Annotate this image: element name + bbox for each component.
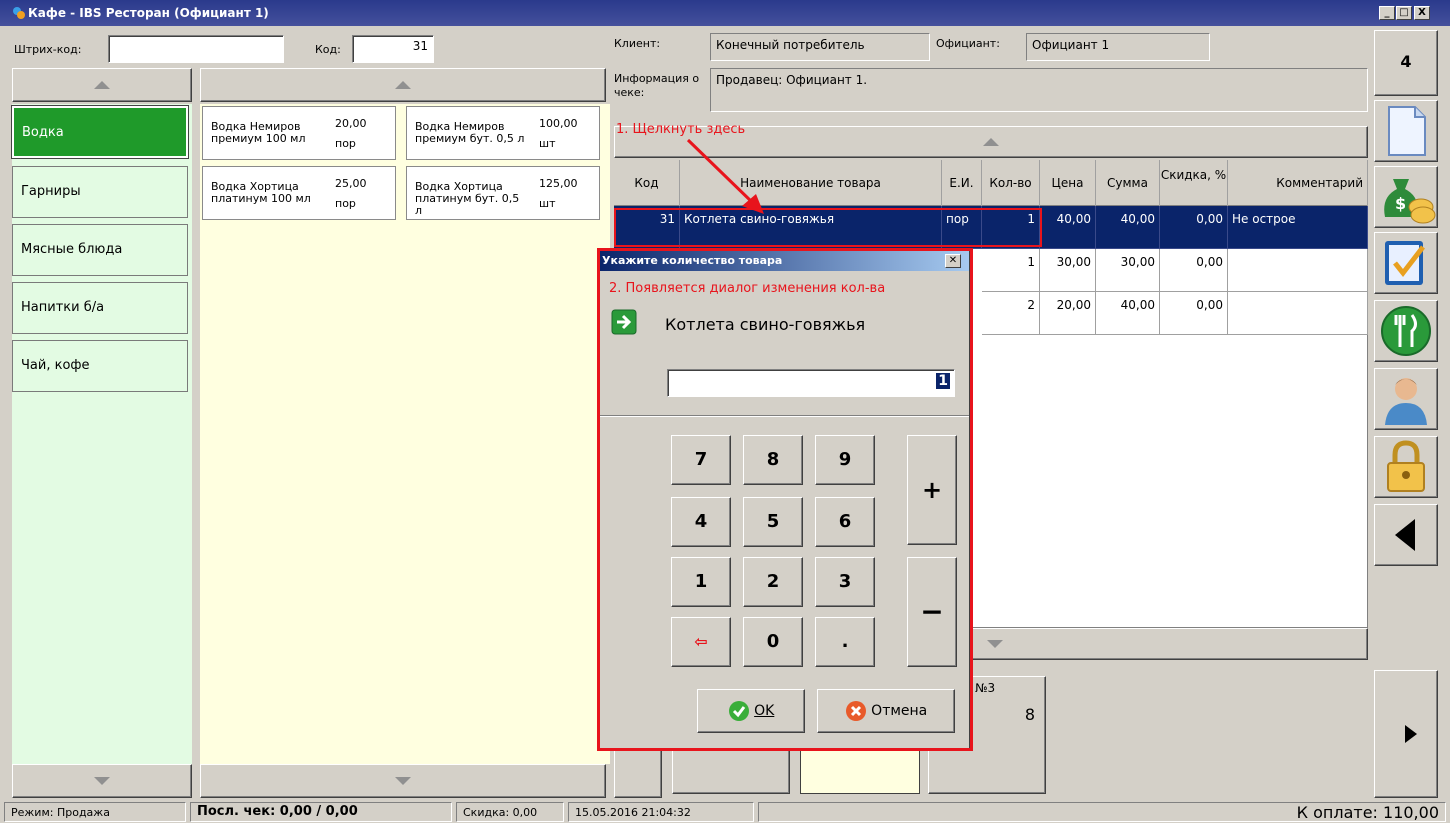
product-unit: шт xyxy=(539,137,556,150)
categories-scroll-up[interactable] xyxy=(12,68,192,102)
cell-price[interactable]: 40,00 xyxy=(1040,206,1096,249)
cell-sum[interactable]: 40,00 xyxy=(1096,292,1160,335)
column-header-discount[interactable]: Скидка, % xyxy=(1160,160,1228,206)
category-tea-coffee[interactable]: Чай, кофе xyxy=(12,340,188,392)
category-vodka[interactable]: Водка xyxy=(11,105,189,159)
fork-knife-icon xyxy=(1381,306,1431,356)
back-button[interactable] xyxy=(1374,504,1438,566)
cell-sum[interactable]: 40,00 xyxy=(1096,206,1160,249)
arrow-down-icon xyxy=(987,640,1003,648)
receipt-info-field[interactable]: Продавец: Официант 1. xyxy=(710,68,1368,112)
client-label: Клиент: xyxy=(614,37,661,50)
arrow-up-icon xyxy=(395,81,411,89)
receipt-info-label: Информация о чеке: xyxy=(614,72,700,99)
title-bar: Кафе - IBS Ресторан (Официант 1) _ □ X xyxy=(0,0,1450,26)
client-field[interactable]: Конечный потребитель xyxy=(710,33,930,61)
app-icon xyxy=(13,7,25,19)
category-drinks[interactable]: Напитки б/а xyxy=(12,282,188,334)
status-last-receipt: Посл. чек: 0,00 / 0,00 xyxy=(190,802,452,822)
products-scroll-up[interactable] xyxy=(200,68,606,102)
product-unit: пор xyxy=(335,197,356,210)
cell-sum[interactable]: 30,00 xyxy=(1096,249,1160,292)
cell-qty[interactable]: 2 xyxy=(982,292,1040,335)
checklist-button[interactable] xyxy=(1374,232,1438,294)
cell-discount[interactable]: 0,00 xyxy=(1160,292,1228,335)
cell-comment[interactable]: Не острое xyxy=(1228,206,1368,249)
product-price: 20,00 xyxy=(335,117,367,130)
status-discount: Скидка: 0,00 xyxy=(456,802,564,822)
status-total: К оплате: 110,00 xyxy=(758,802,1446,822)
status-datetime: 15.05.2016 21:04:32 xyxy=(568,802,754,822)
product-price: 25,00 xyxy=(335,177,367,190)
product-tile[interactable]: Водка Хортица платинум 100 мл 25,00 пор xyxy=(202,166,396,220)
product-name: Водка Хортица платинум бут. 0,5 л xyxy=(415,180,520,217)
column-header-code[interactable]: Код xyxy=(614,160,680,206)
arrow-right-icon xyxy=(1405,725,1417,743)
svg-text:$: $ xyxy=(1395,194,1406,213)
forward-button[interactable] xyxy=(1374,670,1438,798)
minimize-button[interactable]: _ xyxy=(1379,6,1395,20)
window-title: Кафе - IBS Ресторан (Официант 1) xyxy=(28,6,269,20)
annotation-highlight-dialog xyxy=(597,248,973,751)
status-mode: Режим: Продажа xyxy=(4,802,186,822)
arrow-up-icon xyxy=(94,81,110,89)
annotation-highlight-row xyxy=(614,208,1042,247)
barcode-input[interactable] xyxy=(108,35,284,63)
product-tile[interactable]: Водка Хортица платинум бут. 0,5 л 125,00… xyxy=(406,166,600,220)
waiter-label: Официант: xyxy=(936,37,1000,50)
column-header-qty[interactable]: Кол-во xyxy=(982,160,1040,206)
product-tile[interactable]: Водка Немиров премиум бут. 0,5 л 100,00 … xyxy=(406,106,600,160)
maximize-button[interactable]: □ xyxy=(1396,6,1412,20)
cell-price[interactable]: 30,00 xyxy=(1040,249,1096,292)
barcode-label: Штрих-код: xyxy=(14,43,82,56)
column-header-unit[interactable]: Е.И. xyxy=(942,160,982,206)
lock-button[interactable] xyxy=(1374,436,1438,498)
arrow-up-icon xyxy=(983,138,999,146)
categories-scroll-down[interactable] xyxy=(12,764,192,798)
close-button[interactable]: X xyxy=(1414,6,1430,20)
document-icon xyxy=(1388,106,1426,156)
cell-discount[interactable]: 0,00 xyxy=(1160,249,1228,292)
cell-comment[interactable] xyxy=(1228,249,1368,292)
arrow-down-icon xyxy=(94,777,110,785)
column-header-sum[interactable]: Сумма xyxy=(1096,160,1160,206)
product-tile[interactable]: Водка Немиров премиум 100 мл 20,00 пор xyxy=(202,106,396,160)
code-input[interactable]: 31 xyxy=(352,35,434,63)
guests-counter[interactable]: 4 xyxy=(1374,30,1438,96)
product-unit: шт xyxy=(539,197,556,210)
product-name: Водка Немиров премиум 100 мл xyxy=(211,120,306,145)
restaurant-button[interactable] xyxy=(1374,300,1438,362)
cell-discount[interactable]: 0,00 xyxy=(1160,206,1228,249)
cell-comment[interactable] xyxy=(1228,292,1368,335)
column-header-price[interactable]: Цена xyxy=(1040,160,1096,206)
category-garnish[interactable]: Гарниры xyxy=(12,166,188,218)
lock-icon xyxy=(1387,440,1425,492)
new-receipt-button[interactable] xyxy=(1374,100,1438,162)
checklist-icon xyxy=(1385,241,1425,285)
code-label: Код: xyxy=(315,43,341,56)
products-scroll-down[interactable] xyxy=(200,764,606,798)
waiter-field[interactable]: Официант 1 xyxy=(1026,33,1210,61)
user-icon xyxy=(1385,378,1427,425)
arrow-left-icon xyxy=(1395,519,1415,551)
payment-button[interactable]: $ xyxy=(1374,166,1438,228)
arrow-down-icon xyxy=(395,777,411,785)
product-price: 100,00 xyxy=(539,117,578,130)
product-unit: пор xyxy=(335,137,356,150)
product-price: 125,00 xyxy=(539,177,578,190)
product-name: Водка Хортица платинум 100 мл xyxy=(211,180,311,205)
cell-qty[interactable]: 1 xyxy=(982,249,1040,292)
product-name: Водка Немиров премиум бут. 0,5 л xyxy=(415,120,525,145)
table-number: №3 xyxy=(975,681,996,695)
column-header-comment[interactable]: Комментарий xyxy=(1228,160,1368,206)
money-bag-icon: $ xyxy=(1384,179,1436,224)
annotation-step1: 1. Щелкнуть здесь xyxy=(616,122,746,137)
table-guests: 8 xyxy=(1024,705,1035,724)
user-button[interactable] xyxy=(1374,368,1438,430)
cell-price[interactable]: 20,00 xyxy=(1040,292,1096,335)
category-meat[interactable]: Мясные блюда xyxy=(12,224,188,276)
